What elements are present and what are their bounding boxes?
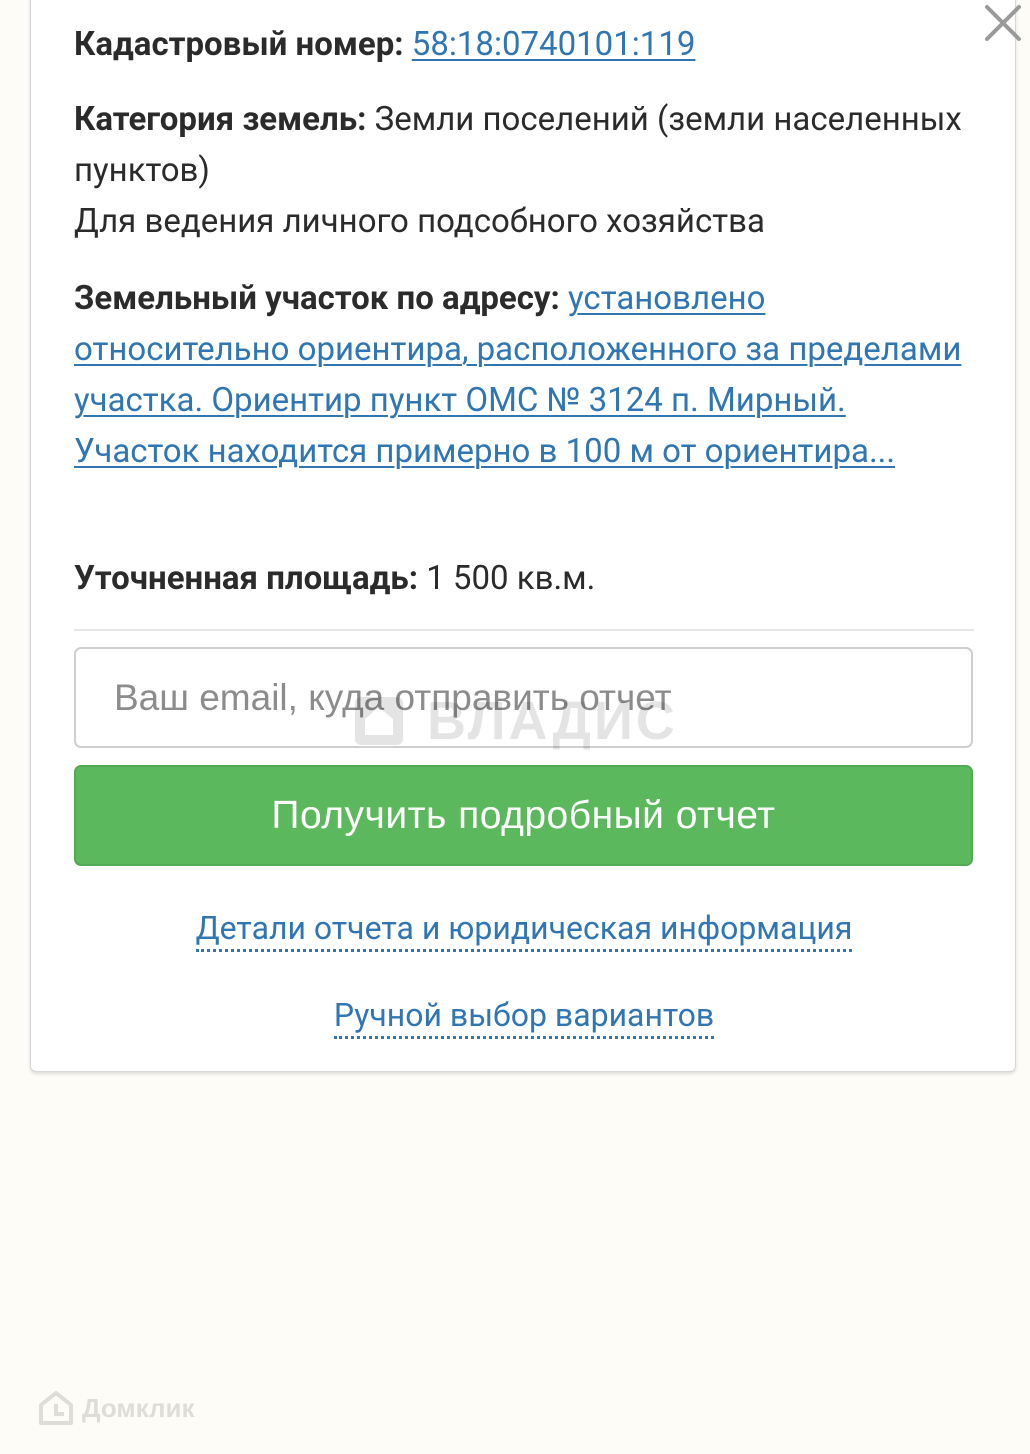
- land-category-row: Категория земель: Земли поселений (земли…: [74, 94, 974, 247]
- area-label: Уточненная площадь:: [74, 559, 419, 598]
- domclick-logo-text: Домклик: [82, 1392, 195, 1423]
- close-icon: [985, 5, 1021, 41]
- land-use-purpose: Для ведения личного подсобного хозяйства: [74, 202, 765, 241]
- manual-selection-link-row: Ручной выбор вариантов: [74, 995, 974, 1039]
- land-category-label: Категория земель:: [74, 100, 367, 139]
- divider: [74, 629, 974, 631]
- area-value: 1 500 кв.м.: [426, 559, 596, 598]
- report-details-link-row: Детали отчета и юридическая информация: [74, 908, 974, 952]
- close-button[interactable]: [981, 1, 1025, 45]
- cadastral-number-link[interactable]: 58:18:0740101:119: [412, 25, 696, 64]
- email-input[interactable]: [74, 647, 973, 748]
- area-row: Уточненная площадь: 1 500 кв.м.: [74, 553, 974, 604]
- address-row: Земельный участок по адресу: установлено…: [74, 273, 974, 477]
- cadastral-number-row: Кадастровый номер: 58:18:0740101:119: [74, 19, 974, 70]
- get-report-button[interactable]: Получить подробный отчет: [74, 765, 973, 866]
- domclick-house-icon: [39, 1391, 73, 1425]
- cadastral-number-label: Кадастровый номер:: [74, 25, 404, 64]
- domclick-logo: Домклик: [38, 1390, 194, 1426]
- land-plot-popup: Кадастровый номер: 58:18:0740101:119 Кат…: [30, 0, 1021, 1072]
- manual-selection-link[interactable]: Ручной выбор вариантов: [333, 996, 715, 1039]
- report-details-link[interactable]: Детали отчета и юридическая информация: [195, 909, 853, 952]
- address-label: Земельный участок по адресу:: [74, 279, 560, 318]
